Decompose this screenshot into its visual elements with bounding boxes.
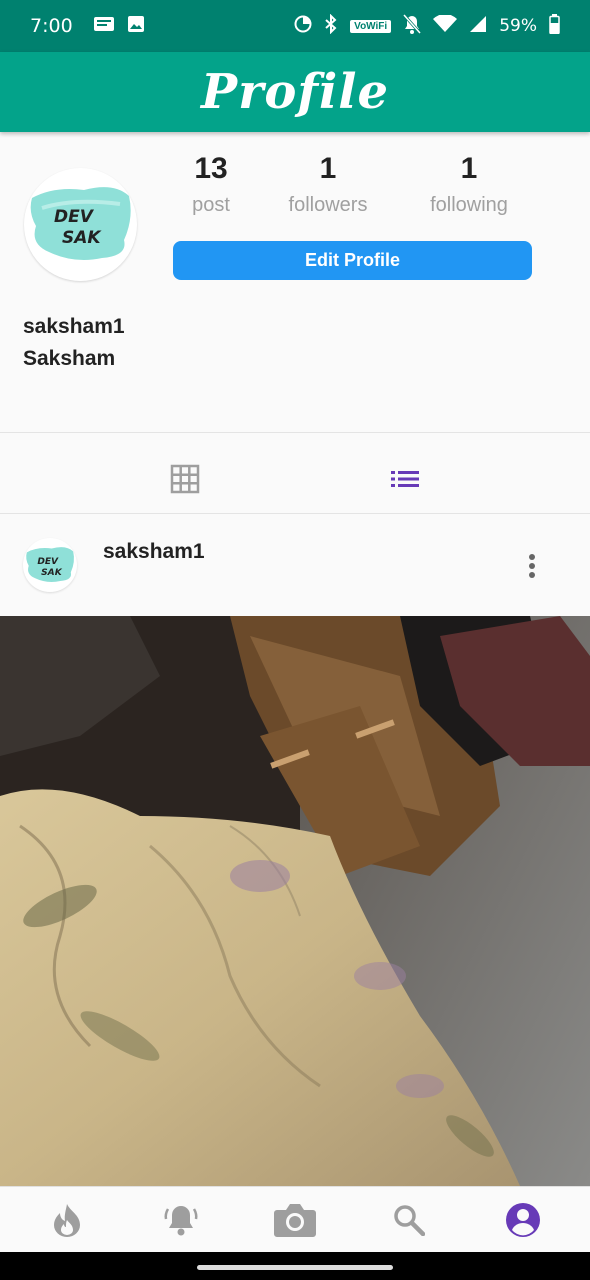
gesture-bar [0,1252,590,1280]
avatar-logo-image: DEV SAK [30,187,131,260]
post-image[interactable] [0,616,590,1186]
vowifi-icon: VoWiFi [350,19,392,33]
list-view-icon[interactable] [388,462,422,496]
followers-stat[interactable]: 1 followers [253,152,403,217]
post-header [0,515,590,615]
following-count: 1 [460,152,478,185]
profile-username: saksham1 [23,315,125,338]
battery-icon [549,13,560,39]
signal-icon [469,15,487,38]
bluetooth-icon [324,13,338,39]
account-icon[interactable] [498,1195,548,1245]
avatar-logo-image: DEV SAK [26,547,74,582]
data-saver-icon [294,15,312,38]
camera-icon[interactable] [270,1195,320,1245]
image-icon [127,15,145,38]
home-gesture-handle[interactable] [197,1265,393,1270]
bottom-navigation [0,1186,590,1252]
profile-avatar[interactable]: DEV SAK [24,168,137,281]
bell-off-icon [403,13,422,39]
status-bar: 7:00 VoWiFi 59% [0,0,590,52]
following-stat[interactable]: 1 following [394,152,544,217]
edit-profile-button[interactable]: Edit Profile [173,241,532,280]
divider [0,513,590,514]
post-photo-illustration [0,616,590,1186]
avatar-logo-line1: DEV [54,207,95,227]
status-time: 7:00 [30,15,73,37]
following-label: following [430,194,508,216]
divider [0,432,590,433]
search-icon[interactable] [384,1195,434,1245]
profile-screen: 7:00 VoWiFi 59% Profile DEV SAK 13 post … [0,0,590,1280]
grid-view-icon[interactable] [168,462,202,496]
bell-icon[interactable] [156,1195,206,1245]
more-options-icon[interactable] [520,550,544,582]
profile-full-name: Saksham [23,347,116,370]
battery-percent: 59% [499,16,537,36]
avatar-logo-line2: SAK [62,228,102,248]
followers-count: 1 [319,152,337,185]
app-bar: Profile [0,52,590,132]
page-title: Profile [200,64,390,120]
followers-label: followers [288,194,368,216]
post-username[interactable]: saksham1 [103,540,205,564]
post-avatar-line1: DEV [37,557,59,567]
post-avatar[interactable]: DEV SAK [23,538,77,592]
flame-icon[interactable] [42,1195,92,1245]
message-icon [93,15,115,38]
post-avatar-line2: SAK [41,568,63,578]
wifi-icon [433,13,458,38]
